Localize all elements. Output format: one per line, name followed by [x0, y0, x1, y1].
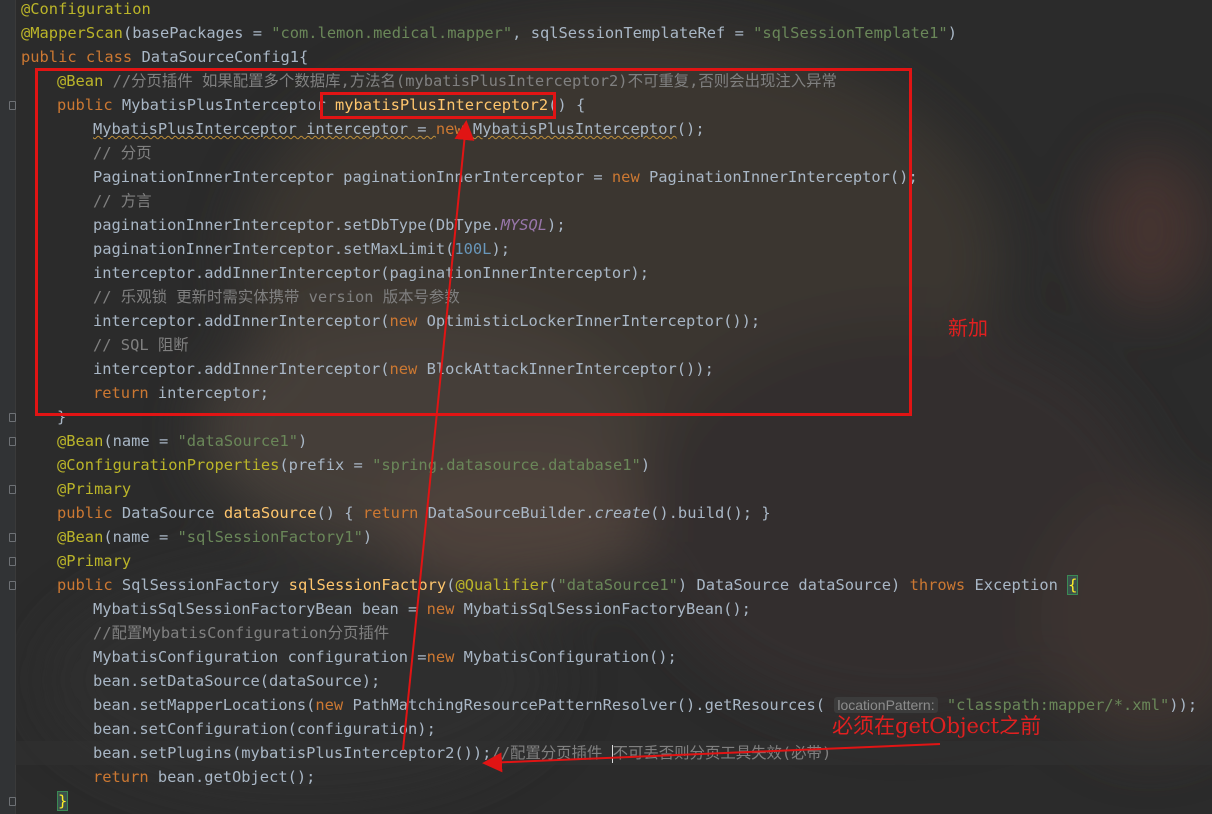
fold-marker-icon[interactable] [9, 797, 16, 806]
new-label: 新加 [948, 316, 988, 340]
code-line: @ConfigurationProperties(prefix = "sprin… [57, 456, 651, 474]
fold-marker-icon[interactable] [9, 485, 16, 494]
code-line: bean.setDataSource(dataSource); [93, 672, 381, 690]
code-line: MybatisSqlSessionFactoryBean bean = new … [93, 600, 751, 618]
code-line: return bean.getObject(); [93, 768, 316, 786]
code-line: public SqlSessionFactory sqlSessionFacto… [57, 575, 1079, 595]
fold-marker-icon[interactable] [9, 581, 16, 590]
new-code-highlight-box [35, 68, 912, 416]
fold-marker-icon[interactable] [9, 437, 16, 446]
matched-brace: } [57, 791, 69, 811]
code-line: @Bean(name = "dataSource1") [57, 432, 308, 450]
code-line: public class DataSourceConfig1{ [21, 48, 309, 66]
matched-brace: { [1067, 575, 1079, 595]
editor-gutter [0, 0, 16, 814]
code-line: //配置MybatisConfiguration分页插件 [93, 624, 390, 642]
code-line: @Bean(name = "sqlSessionFactory1") [57, 528, 373, 546]
code-line: @Primary [57, 552, 132, 570]
code-line: MybatisConfiguration configuration =new … [93, 648, 677, 666]
method-name-highlight-box [320, 92, 556, 119]
code-line: bean.setConfiguration(configuration); [93, 720, 436, 738]
fold-marker-icon[interactable] [9, 533, 16, 542]
code-line: @Primary [57, 480, 132, 498]
before-getobject-label: 必须在getObject之前 [832, 714, 1042, 738]
code-line-current: bean.setPlugins(mybatisPlusInterceptor2(… [15, 741, 1212, 765]
code-line: public DataSource dataSource() { return … [57, 504, 771, 522]
fold-marker-icon[interactable] [9, 557, 16, 566]
code-line: } [57, 789, 69, 813]
fold-marker-icon[interactable] [9, 413, 16, 422]
fold-marker-icon[interactable] [9, 101, 16, 110]
code-line: @Configuration [21, 0, 151, 18]
code-line: @MapperScan(basePackages = "com.lemon.me… [21, 24, 957, 42]
